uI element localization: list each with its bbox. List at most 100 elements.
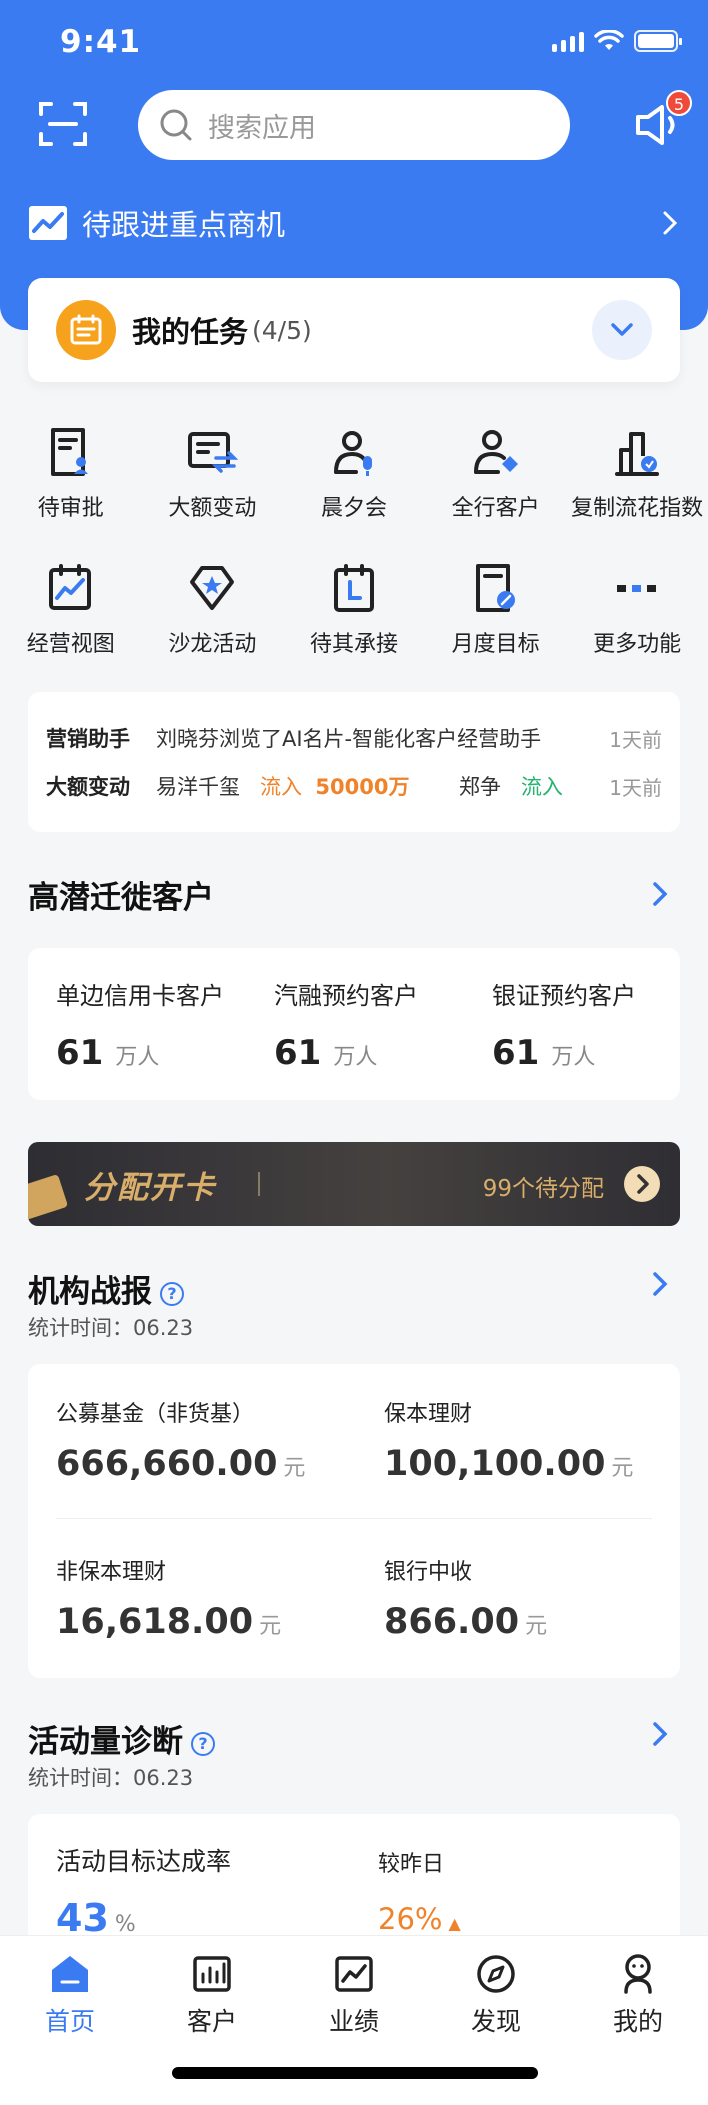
quick-action-copy-index[interactable]: 复制流花指数: [566, 410, 708, 546]
banner-divider: [258, 1172, 260, 1196]
quick-action-label: 更多功能: [593, 632, 682, 657]
high-potential-label: 单边信用卡客户: [56, 982, 224, 1010]
stat-label: 银行中收: [384, 1560, 473, 1585]
high-potential-value: 61: [56, 1033, 104, 1073]
large-change-icon: [188, 432, 239, 473]
notice-flow: 流入: [520, 775, 563, 799]
activity-compare-value: 26%: [378, 1902, 443, 1936]
quick-actions-grid: 待审批 大额变动 晨夕会 全行客户 复制流花指数 经营视图 沙龙活动 待其承接 …: [0, 410, 708, 682]
quick-action-label: 待其承接: [309, 632, 398, 657]
institution-stat-time: 统计时间：06.23: [28, 1316, 194, 1340]
tab-label: 客户: [186, 2007, 237, 2036]
quick-action-all-customers[interactable]: 全行客户: [425, 410, 567, 546]
chevron-right-icon: [663, 211, 678, 235]
activity-rate-value: 43: [56, 1896, 109, 1940]
battery-icon: [634, 30, 682, 52]
notice-amount: 50000万: [315, 775, 410, 799]
quick-action-label: 沙龙活动: [168, 632, 257, 657]
tab-profile[interactable]: 我的: [578, 1952, 698, 2038]
help-icon[interactable]: ?: [160, 1281, 184, 1306]
high-potential-title: 高潜迁徙客户: [28, 880, 214, 916]
quick-action-label: 大额变动: [168, 496, 257, 521]
bottom-tab-bar: 首页 客户 业绩 发现 我的: [0, 1935, 708, 2105]
salon-icon: [190, 566, 235, 610]
search-input[interactable]: 搜索应用: [138, 90, 570, 160]
chevron-right-icon[interactable]: [650, 1270, 670, 1298]
tasks-expand-button[interactable]: [592, 300, 652, 360]
quick-action-more[interactable]: 更多功能: [566, 546, 708, 682]
notice-time: 1天前: [609, 727, 662, 752]
bank-card-icon: [28, 1174, 69, 1220]
my-tasks-title: 我的任务: [132, 315, 249, 349]
calendar-task-icon: [56, 300, 116, 360]
banner-title: 分配开卡: [84, 1170, 216, 1206]
all-customers-icon: [473, 430, 518, 474]
high-potential-unit: 万人: [551, 1045, 596, 1070]
wifi-icon: [594, 30, 624, 50]
high-potential-item[interactable]: 银证预约客户 61 万人: [492, 976, 636, 1073]
tab-discover[interactable]: 发现: [436, 1952, 556, 2038]
chevron-right-icon[interactable]: [650, 880, 670, 908]
activity-compare[interactable]: 较昨日 26% ▲: [378, 1846, 461, 1936]
high-potential-item[interactable]: 汽融预约客户 61 万人: [274, 976, 418, 1073]
institution-stat-item[interactable]: 保本理财 100,100.00 元: [384, 1396, 633, 1484]
discover-icon: [477, 1955, 515, 1993]
notice-time: 1天前: [609, 775, 662, 800]
quick-action-business-view[interactable]: 经营视图: [0, 546, 142, 682]
quick-action-morning-meeting[interactable]: 晨夕会: [283, 410, 425, 546]
tab-label: 业绩: [328, 2007, 379, 2036]
high-potential-label: 银证预约客户: [492, 982, 636, 1010]
tab-performance[interactable]: 业绩: [294, 1952, 414, 2038]
institution-report-heading: 机构战报?: [28, 1266, 184, 1311]
home-indicator: [172, 2067, 538, 2079]
follow-up-opportunities-link[interactable]: 待跟进重点商机: [28, 200, 680, 246]
stat-unit: 元: [611, 1456, 634, 1481]
stat-label: 公募基金（非货基）: [56, 1402, 255, 1427]
high-potential-item[interactable]: 单边信用卡客户 61 万人: [56, 976, 224, 1073]
more-icon: [617, 585, 657, 592]
quick-action-handover[interactable]: 待其承接: [283, 546, 425, 682]
activity-compare-label: 较昨日: [378, 1852, 445, 1877]
institution-report-card: 公募基金（非货基） 666,660.00 元 保本理财 100,100.00 元 非…: [28, 1364, 680, 1678]
status-time: 9:41: [60, 24, 142, 60]
index-icon: [615, 432, 660, 476]
institution-stat-item[interactable]: 银行中收 866.00 元: [384, 1554, 547, 1642]
notice-row-large-change[interactable]: 大额变动 易洋千玺 流入 50000万 郑争 流入 1天前: [46, 762, 662, 810]
activity-card: 活动目标达成率 43% 较昨日 26% ▲: [28, 1814, 680, 1954]
help-icon[interactable]: ?: [191, 1731, 215, 1756]
chevron-right-icon[interactable]: [650, 1720, 670, 1748]
my-tasks-card[interactable]: 我的任务 (4/5): [28, 278, 680, 382]
quick-action-label: 经营视图: [26, 632, 115, 657]
stat-value: 866.00: [384, 1602, 520, 1642]
banner-arrow-button[interactable]: [624, 1166, 660, 1202]
activity-stat-time: 统计时间：06.23: [28, 1766, 194, 1790]
approval-icon: [50, 428, 88, 476]
quick-action-salon[interactable]: 沙龙活动: [142, 546, 284, 682]
stat-label: 保本理财: [384, 1402, 473, 1427]
status-icons: [552, 30, 682, 52]
trend-chart-icon: [29, 206, 67, 240]
quick-action-label: 全行客户: [451, 496, 540, 521]
institution-stat-item[interactable]: 公募基金（非货基） 666,660.00 元: [56, 1396, 305, 1484]
notice-text: 刘晓芬浏览了AI名片-智能化客户经营助手: [156, 727, 542, 751]
tab-home[interactable]: 首页: [10, 1952, 130, 2038]
activity-rate[interactable]: 活动目标达成率 43%: [56, 1842, 231, 1940]
tab-customers[interactable]: 客户: [152, 1952, 272, 2038]
card-allocation-banner[interactable]: 分配开卡 99个待分配: [28, 1142, 680, 1226]
stat-value: 100,100.00: [384, 1444, 606, 1484]
business-view-icon: [48, 564, 91, 610]
search-icon: [160, 109, 192, 141]
customer-icon: [193, 1956, 231, 1992]
notice-row-marketing[interactable]: 营销助手 刘晓芬浏览了AI名片-智能化客户经营助手 1天前: [46, 714, 662, 762]
scan-icon[interactable]: [38, 100, 88, 148]
card-divider: [56, 1518, 652, 1519]
quick-action-pending-approval[interactable]: 待审批: [0, 410, 142, 546]
quick-action-large-change[interactable]: 大额变动: [142, 410, 284, 546]
notification-badge: 5: [666, 90, 692, 116]
high-potential-unit: 万人: [115, 1045, 160, 1070]
institution-stat-item[interactable]: 非保本理财 16,618.00 元: [56, 1554, 281, 1642]
quick-action-monthly-target[interactable]: 月度目标: [425, 546, 567, 682]
my-tasks-count: (4/5): [252, 315, 312, 345]
stat-label: 非保本理财: [56, 1560, 167, 1585]
follow-up-label: 待跟进重点商机: [82, 208, 286, 242]
